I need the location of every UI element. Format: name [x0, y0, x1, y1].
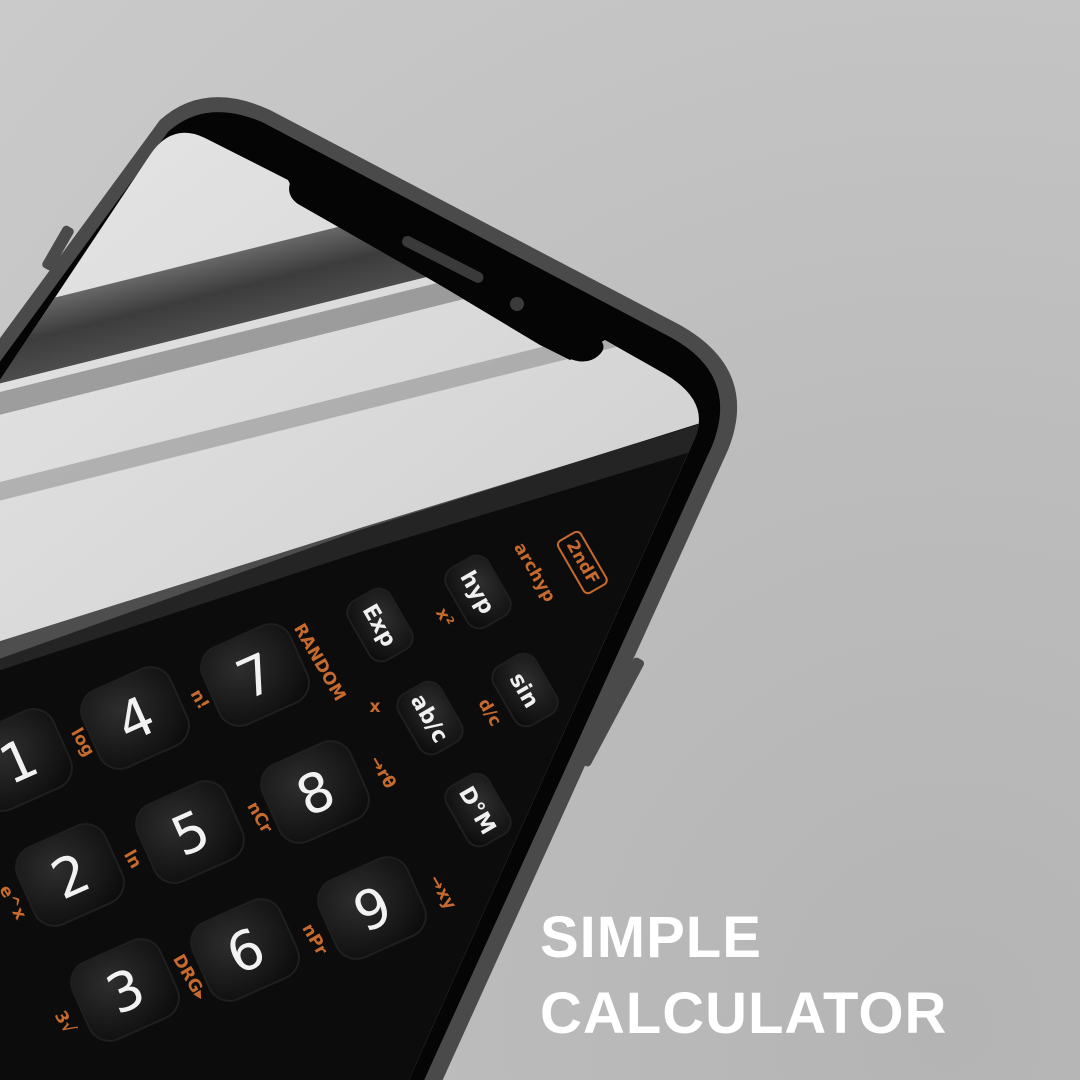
front-camera [510, 297, 524, 311]
headline: SIMPLE CALCULATOR [540, 900, 947, 1052]
headline-line-2: CALCULATOR [540, 981, 948, 1046]
headline-line-1: SIMPLE [540, 905, 762, 970]
calculator-secondary-label: x [370, 697, 381, 717]
